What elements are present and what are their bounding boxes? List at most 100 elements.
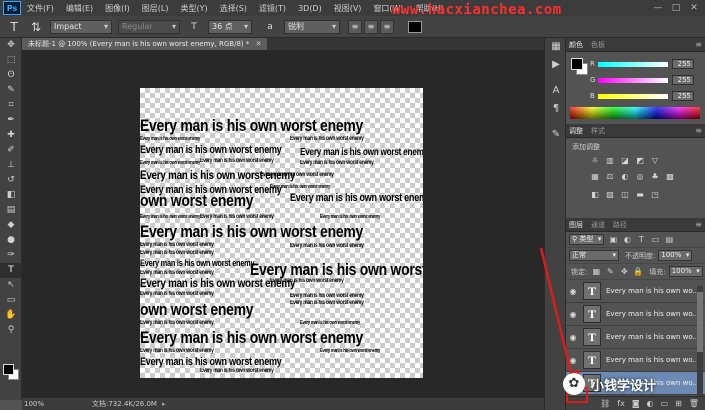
stamp-tool-icon[interactable]: ⊥ — [0, 158, 22, 173]
photo-filter-icon[interactable]: ◎ — [635, 172, 645, 182]
menu-layer[interactable]: 图层(L) — [142, 3, 169, 14]
visibility-eye-icon[interactable]: ◉ — [566, 333, 580, 342]
tab-styles[interactable]: 样式 — [591, 126, 605, 136]
layer-name[interactable]: Every man is his own wo... — [606, 356, 696, 364]
layer-name[interactable]: Every man is his own wo... — [606, 287, 696, 295]
brush-tool-icon[interactable]: ✐ — [0, 143, 22, 158]
menu-view[interactable]: 视图(V) — [334, 3, 362, 14]
slider-g-value[interactable]: 255 — [672, 75, 694, 85]
text-color-swatch[interactable] — [408, 20, 422, 33]
slider-b-value[interactable]: 255 — [672, 91, 694, 101]
layer-row[interactable]: ◉ T Every man is his own wo... — [566, 280, 705, 303]
layer-name[interactable]: Every man is his own wo... — [606, 310, 696, 318]
layer-row[interactable]: ◉ T Every man is his own wo... — [566, 303, 705, 326]
font-style-select[interactable]: Regular — [118, 19, 180, 34]
maximize-icon[interactable]: □ — [669, 2, 683, 14]
delete-layer-icon[interactable]: 🗑 — [689, 399, 699, 408]
black-white-icon[interactable]: ◐ — [620, 172, 630, 182]
new-adjustment-icon[interactable]: ◐ — [647, 399, 654, 408]
layers-scroll-thumb[interactable] — [697, 292, 703, 352]
actions-panel-icon[interactable]: ▶ — [545, 56, 567, 74]
slider-r[interactable]: R 255 — [590, 58, 702, 70]
status-menu-icon[interactable]: ▸ — [162, 398, 166, 410]
gradient-map-icon[interactable]: ▬ — [635, 190, 645, 200]
opacity-input[interactable]: 100% — [658, 250, 693, 261]
filter-type-icon[interactable]: T — [636, 235, 646, 245]
tab-paths[interactable]: 路径 — [613, 220, 627, 230]
channel-mixer-icon[interactable]: ♣ — [650, 172, 660, 182]
toggle-orientation-icon[interactable]: ⇅ — [28, 19, 44, 35]
move-tool-icon[interactable]: ✥ — [0, 38, 22, 53]
slider-g-track[interactable] — [598, 77, 668, 83]
new-group-icon[interactable]: ▭ — [661, 399, 669, 408]
slider-r-track[interactable] — [598, 61, 668, 67]
menu-file[interactable]: 文件(F) — [27, 3, 54, 14]
new-layer-icon[interactable]: ⊞ — [675, 399, 682, 408]
menu-edit[interactable]: 编辑(E) — [66, 3, 93, 14]
brightness-icon[interactable]: ☼ — [590, 156, 600, 166]
hue-saturation-icon[interactable]: ▦ — [590, 172, 600, 182]
layer-style-icon[interactable]: fx — [617, 399, 625, 408]
lock-all-icon[interactable]: 🔒 — [633, 267, 643, 277]
document-tab[interactable]: 未标题-1 @ 100% (Every man is his own worst… — [22, 38, 268, 50]
character-panel-icon[interactable]: A — [545, 82, 567, 100]
lock-position-icon[interactable]: ✥ — [619, 267, 629, 277]
font-size-select[interactable]: 36 点 — [208, 19, 252, 34]
gradient-tool-icon[interactable]: ▤ — [0, 203, 22, 218]
layer-filter-select[interactable]: ⚲ 类型 — [569, 234, 605, 245]
panel-menu-icon[interactable]: ≡ — [695, 40, 702, 49]
zoom-tool-icon[interactable]: ⚲ — [0, 323, 22, 338]
fill-input[interactable]: 100% — [668, 266, 703, 277]
history-brush-icon[interactable]: ↺ — [0, 173, 22, 188]
align-right-icon[interactable]: ≡ — [380, 19, 394, 34]
tab-layers[interactable]: 图层 — [569, 220, 583, 230]
filter-shape-icon[interactable]: ▭ — [650, 235, 660, 245]
tab-color[interactable]: 颜色 — [569, 40, 583, 50]
menu-select[interactable]: 选择(S) — [220, 3, 247, 14]
color-lookup-icon[interactable]: ▩ — [665, 172, 675, 182]
color-balance-icon[interactable]: ⚖ — [605, 172, 615, 182]
selective-color-icon[interactable]: ◳ — [650, 190, 660, 200]
minimize-icon[interactable]: — — [651, 2, 665, 14]
tab-swatches[interactable]: 色板 — [591, 40, 605, 50]
slider-b-track[interactable] — [598, 93, 668, 99]
visibility-eye-icon[interactable]: ◉ — [566, 310, 580, 319]
layers-scrollbar[interactable] — [697, 286, 703, 396]
document-canvas[interactable]: Every man is his own worst enemy Every ma… — [140, 88, 423, 378]
layer-name[interactable]: Every man is his own wo... — [606, 333, 696, 341]
type-tool-icon[interactable]: T — [6, 19, 22, 35]
lasso-tool-icon[interactable]: ʘ — [0, 68, 22, 83]
foreground-background-colors[interactable] — [3, 364, 19, 380]
threshold-icon[interactable]: ◫ — [620, 190, 630, 200]
filter-pixel-icon[interactable]: ▣ — [608, 235, 618, 245]
eraser-tool-icon[interactable]: ◧ — [0, 188, 22, 203]
posterize-icon[interactable]: ▨ — [605, 190, 615, 200]
slider-b[interactable]: B 255 — [590, 90, 702, 102]
slider-g[interactable]: G 255 — [590, 74, 702, 86]
layer-row[interactable]: ◉ T Every man is his own wo... — [566, 326, 705, 349]
levels-icon[interactable]: ▥ — [605, 156, 615, 166]
link-layers-icon[interactable]: ⛓ — [600, 399, 610, 408]
eyedropper-tool-icon[interactable]: ✒ — [0, 113, 22, 128]
panel-menu-icon[interactable]: ≡ — [695, 126, 702, 135]
layer-row[interactable]: ◉ T Every man is his own wo... — [566, 349, 705, 372]
tab-adjustments[interactable]: 调整 — [569, 126, 583, 136]
filter-smart-icon[interactable]: ▤ — [664, 235, 674, 245]
font-family-select[interactable]: Impact — [50, 19, 112, 34]
tab-channels[interactable]: 通道 — [591, 220, 605, 230]
crop-tool-icon[interactable]: ⌗ — [0, 98, 22, 113]
paragraph-panel-icon[interactable]: ¶ — [545, 100, 567, 118]
filter-adjust-icon[interactable]: ◐ — [622, 235, 632, 245]
foreground-color-swatch[interactable] — [3, 364, 14, 375]
curves-icon[interactable]: ◪ — [620, 156, 630, 166]
menu-image[interactable]: 图像(I) — [105, 3, 130, 14]
color-spectrum[interactable] — [570, 107, 700, 119]
exposure-icon[interactable]: ◩ — [635, 156, 645, 166]
dodge-tool-icon[interactable]: ● — [0, 233, 22, 248]
close-icon[interactable]: ✕ — [687, 2, 701, 14]
healing-tool-icon[interactable]: ✚ — [0, 128, 22, 143]
lock-pixels-icon[interactable]: ✎ — [605, 267, 615, 277]
marquee-tool-icon[interactable]: ⬚ — [0, 53, 22, 68]
panel-menu-icon[interactable]: ≡ — [695, 220, 702, 229]
close-document-icon[interactable]: ✕ — [256, 40, 262, 48]
